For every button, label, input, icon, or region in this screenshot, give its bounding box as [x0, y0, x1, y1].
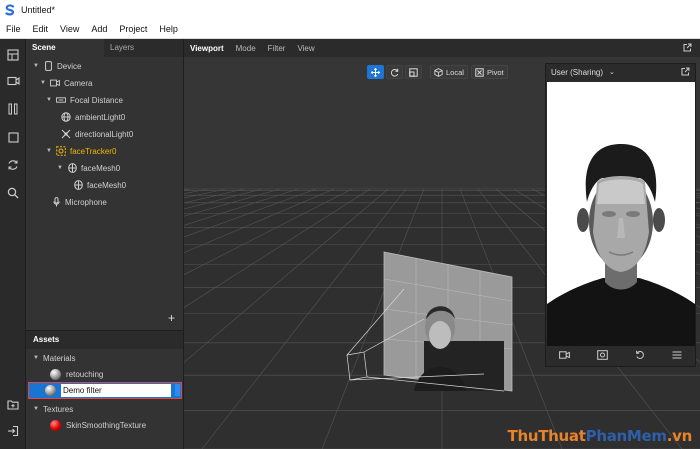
tree-item-ambient-light[interactable]: ambientLight0 [61, 109, 125, 125]
menu-icon[interactable] [672, 351, 682, 361]
expand-icon[interactable] [683, 43, 692, 54]
scale-tool-button[interactable] [405, 65, 422, 79]
material-item-retouching[interactable]: retouching [50, 366, 103, 382]
preview-face-image [547, 82, 695, 346]
tab-view[interactable]: View [291, 44, 320, 53]
face-mesh-icon [67, 163, 77, 173]
move-arrows-icon [371, 67, 380, 77]
microphone-icon [51, 197, 61, 207]
tab-mode[interactable]: Mode [230, 44, 262, 53]
preview-footer [546, 346, 695, 366]
face-mesh-icon [73, 180, 83, 190]
scene-panel-tabs: Scene Layers [26, 39, 183, 57]
preview-panel: User (Sharing) ⌄ [545, 63, 696, 367]
watermark-logo: ThuThuatPhanMem.vn [507, 427, 693, 445]
tree-item-face-tracker[interactable]: ▼ faceTracker0 [45, 143, 116, 159]
expand-caret-icon[interactable]: ▼ [45, 97, 53, 103]
menu-view[interactable]: View [54, 24, 85, 34]
assets-title: Assets [26, 331, 183, 349]
video-camera-icon[interactable] [5, 73, 21, 89]
scale-icon [409, 67, 418, 77]
menu-file[interactable]: File [0, 24, 27, 34]
expand-caret-icon[interactable]: ▼ [56, 165, 64, 171]
menu-help[interactable]: Help [153, 24, 184, 34]
tree-item-face-mesh-child[interactable]: faceMesh0 [73, 177, 126, 193]
screenshot-icon[interactable] [597, 350, 608, 362]
square-icon[interactable] [5, 129, 21, 145]
window-title: Untitled* [21, 5, 56, 15]
restart-icon[interactable] [635, 350, 645, 362]
tab-scene[interactable]: Scene [26, 39, 104, 57]
menu-project[interactable]: Project [113, 24, 153, 34]
tool-strip [0, 39, 26, 449]
patch-editor-icon[interactable] [5, 101, 21, 117]
chevron-down-icon[interactable]: ⌄ [609, 68, 615, 76]
row-selection-marker [175, 384, 180, 396]
face-tracker-icon [56, 146, 66, 156]
texture-item-skin-smoothing[interactable]: SkinSmoothingTexture [50, 417, 146, 433]
tree-item-device[interactable]: ▼ Device [32, 58, 81, 74]
layout-icon[interactable] [5, 47, 21, 63]
preview-image [547, 82, 695, 346]
tab-layers[interactable]: Layers [104, 39, 140, 57]
tree-item-focal-distance[interactable]: ▼ Focal Distance [45, 92, 123, 108]
material-name-input[interactable] [61, 384, 171, 397]
texture-sphere-icon [50, 419, 61, 431]
textures-group[interactable]: ▼ Textures [32, 401, 73, 417]
title-bar: Untitled* [0, 0, 700, 20]
pivot-button[interactable]: Pivot [470, 65, 508, 79]
menu-bar: File Edit View Add Project Help [0, 20, 700, 39]
menu-edit[interactable]: Edit [27, 24, 55, 34]
search-icon[interactable] [5, 185, 21, 201]
expand-caret-icon[interactable]: ▼ [39, 80, 47, 86]
expand-caret-icon[interactable]: ▼ [32, 63, 40, 69]
focal-distance-icon [56, 95, 66, 105]
ambient-light-icon [61, 112, 71, 122]
tree-item-microphone[interactable]: Microphone [51, 194, 107, 210]
expand-caret-icon[interactable]: ▼ [45, 148, 53, 154]
preview-expand-icon[interactable] [681, 67, 690, 78]
material-rename-row[interactable] [28, 382, 182, 399]
viewport[interactable]: Viewport Mode Filter View Local Pivot Us… [184, 39, 700, 449]
tree-item-directional-light[interactable]: directionalLight0 [61, 126, 133, 142]
tab-filter[interactable]: Filter [262, 44, 292, 53]
tab-viewport[interactable]: Viewport [184, 44, 230, 53]
record-video-icon[interactable] [559, 351, 571, 361]
viewport-toolbar: Viewport Mode Filter View [184, 39, 700, 57]
material-sphere-icon [45, 385, 56, 396]
refresh-icon[interactable] [5, 157, 21, 173]
rotate-tool-button[interactable] [386, 65, 403, 79]
materials-group[interactable]: ▼ Materials [32, 350, 75, 366]
pivot-icon [475, 67, 484, 77]
camera-icon [50, 78, 60, 88]
assets-panel: Assets ▼ Materials retouching ▼ Textures… [26, 330, 184, 449]
tree-item-face-mesh[interactable]: ▼ faceMesh0 [56, 160, 120, 176]
rotate-icon [390, 68, 399, 77]
local-space-button[interactable]: Local [430, 65, 468, 79]
tree-item-camera[interactable]: ▼ Camera [39, 75, 92, 91]
device-icon [43, 61, 53, 71]
transform-tools: Local Pivot [367, 65, 508, 79]
expand-caret-icon[interactable]: ▼ [32, 355, 40, 361]
app-logo-icon [4, 4, 16, 16]
sign-in-icon[interactable] [5, 423, 21, 439]
cube-icon [434, 67, 443, 77]
preview-header: User (Sharing) ⌄ [546, 64, 695, 80]
expand-caret-icon[interactable]: ▼ [32, 406, 40, 412]
preview-device-select[interactable]: User (Sharing) [551, 68, 603, 77]
menu-add[interactable]: Add [85, 24, 113, 34]
scene-panel: Scene Layers ▼ Device ▼ Camera ▼ Focal D… [26, 39, 184, 330]
move-tool-button[interactable] [367, 65, 384, 79]
material-sphere-icon [50, 368, 61, 380]
directional-light-icon [61, 129, 71, 139]
add-object-button[interactable]: + [168, 312, 175, 324]
add-folder-icon[interactable] [5, 396, 21, 412]
